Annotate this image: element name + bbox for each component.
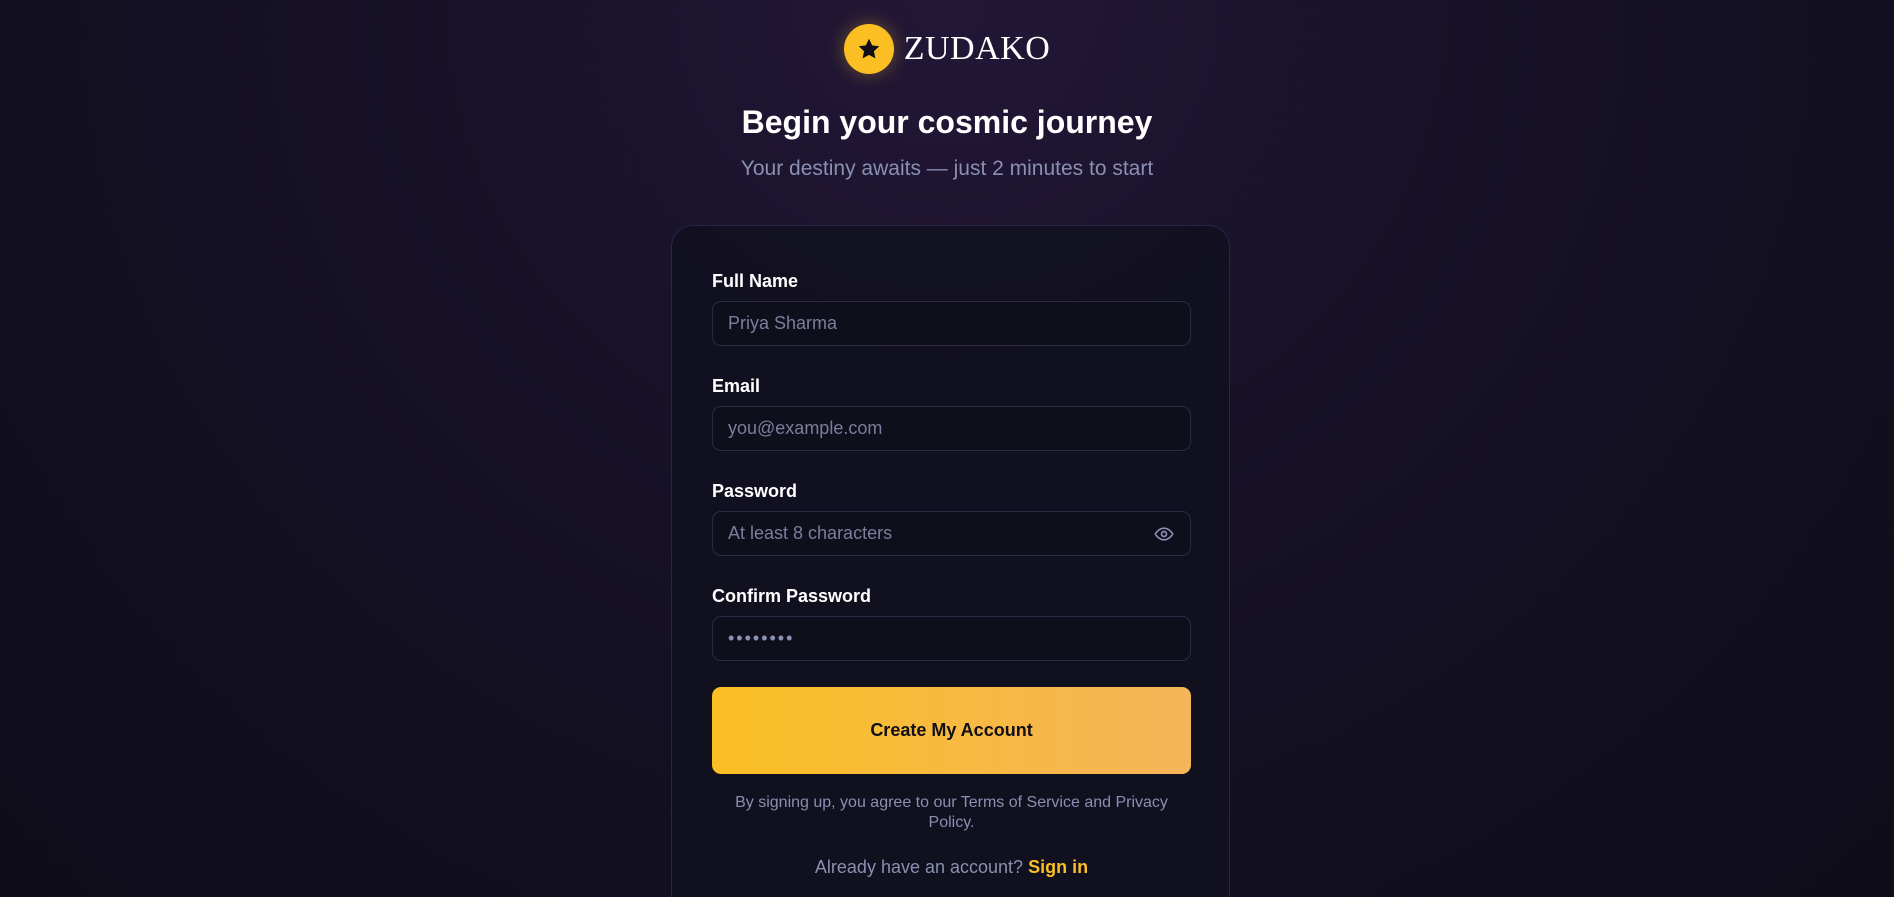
eye-icon (1154, 526, 1174, 541)
password-label: Password (712, 481, 798, 501)
page-title: Begin your cosmic journey (741, 104, 1153, 140)
confirm-password-field[interactable]: •••••••• (712, 616, 1191, 661)
brand-name: ZUDAKO (903, 30, 1051, 67)
email-field[interactable] (712, 406, 1191, 451)
full-name-label: Full Name (712, 271, 799, 291)
signin-prompt-text: Already have an account? (814, 857, 1024, 877)
password-input[interactable] (728, 523, 1153, 544)
brand-header: ZUDAKO (0, 24, 1894, 74)
terms-notice: By signing up, you agree to our Terms of… (735, 794, 1168, 831)
confirm-password-value: •••••••• (728, 628, 795, 648)
create-account-button[interactable]: Create My Account (712, 687, 1191, 774)
confirm-password-label: Confirm Password (712, 586, 872, 606)
signin-prompt: Already have an account? Sign in (672, 857, 1231, 878)
full-name-field[interactable] (712, 301, 1191, 346)
signup-card: Full Name Email Password Confirm Passwor… (671, 225, 1230, 897)
full-name-input[interactable] (728, 313, 1175, 334)
star-icon (858, 38, 880, 59)
email-label: Email (712, 376, 761, 396)
show-password-toggle[interactable] (1153, 523, 1175, 545)
email-input[interactable] (728, 418, 1175, 439)
signin-link[interactable]: Sign in (1028, 857, 1088, 877)
page-subtitle: Your destiny awaits — just 2 minutes to … (740, 157, 1154, 180)
logo-badge (843, 24, 894, 74)
password-field[interactable] (712, 511, 1191, 556)
